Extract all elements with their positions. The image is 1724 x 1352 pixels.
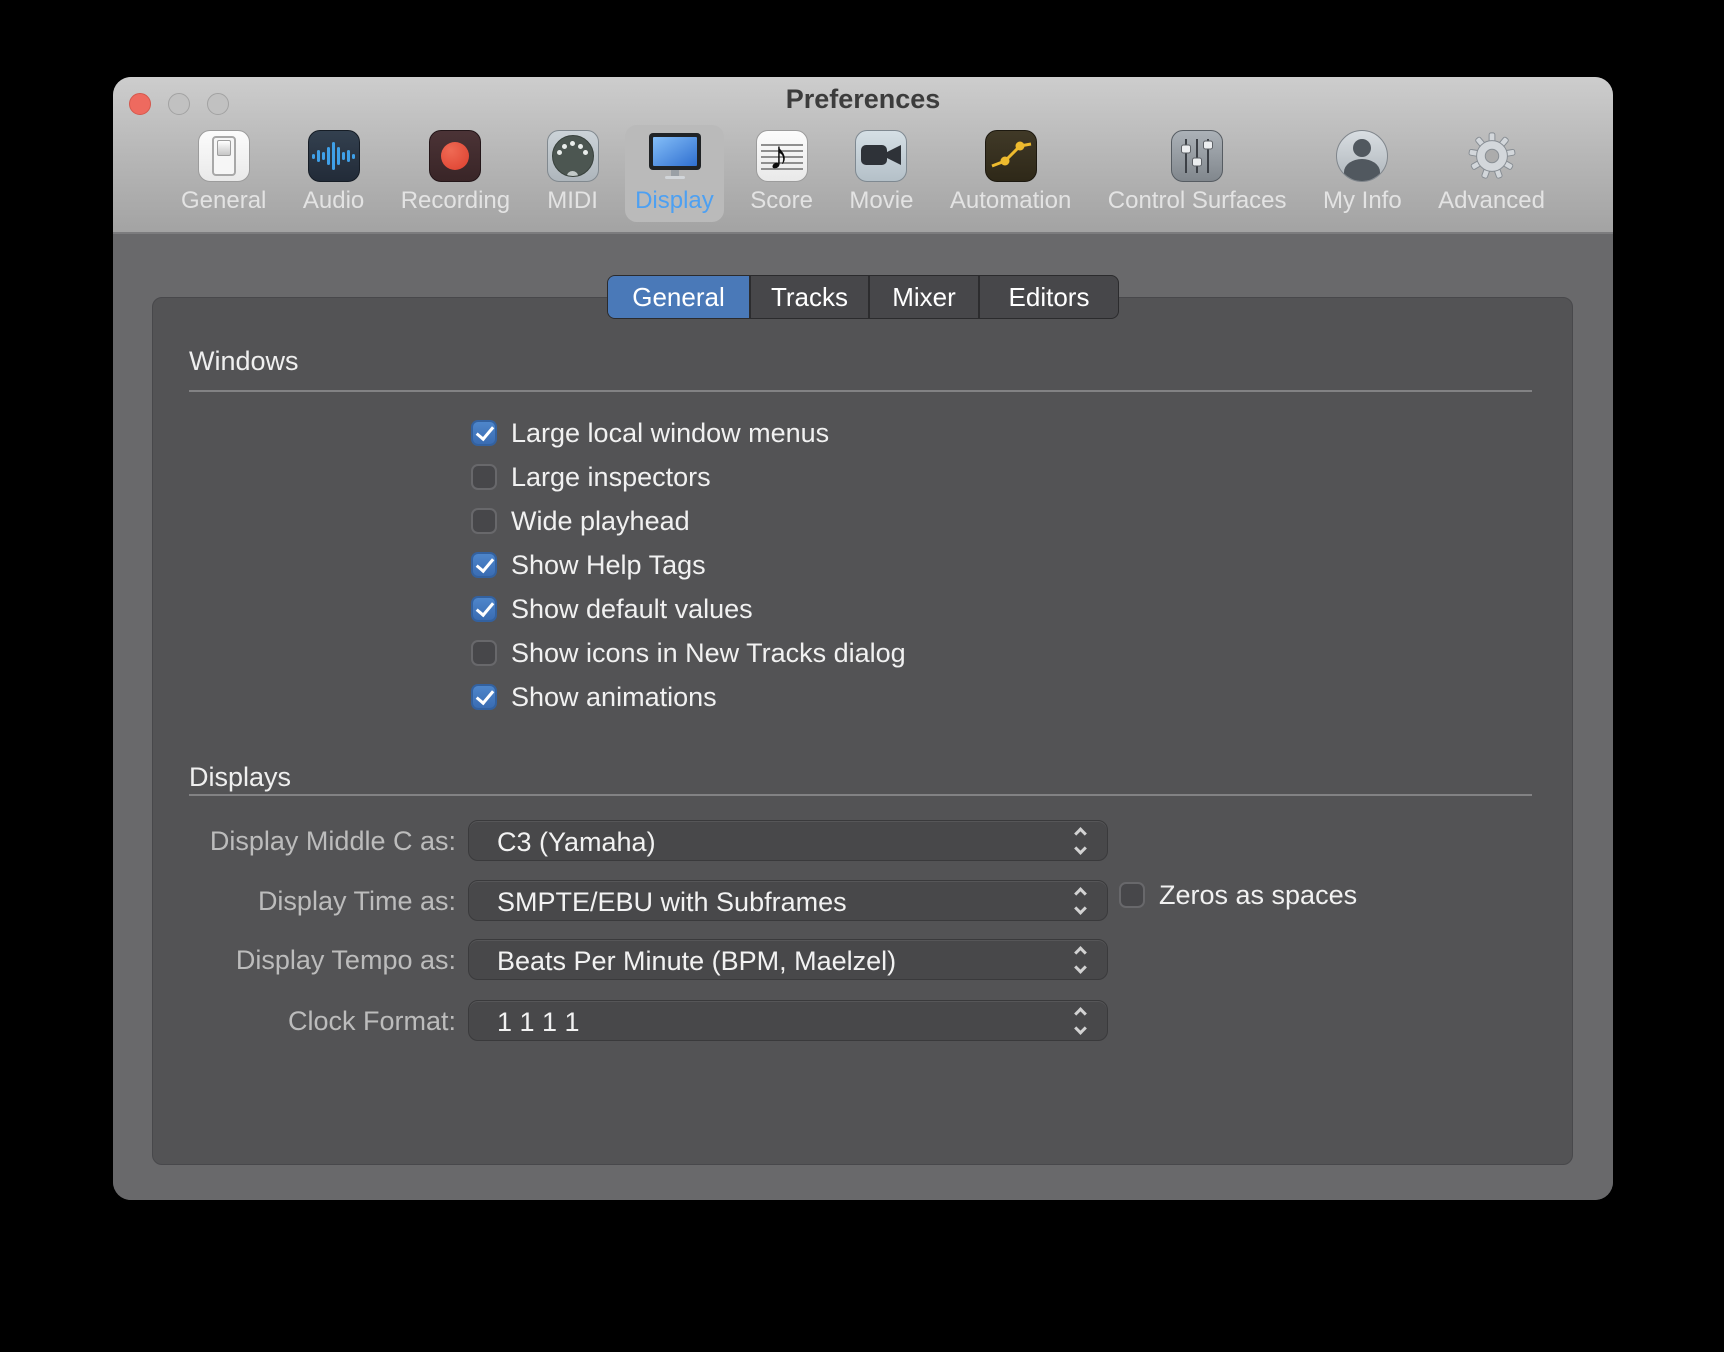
stepper-chevrons-icon bbox=[1075, 1008, 1089, 1034]
toolbar-item-label: MIDI bbox=[547, 187, 598, 215]
music-note-icon: ♪ bbox=[756, 130, 808, 182]
tab-general[interactable]: General bbox=[608, 276, 749, 318]
checkbox[interactable] bbox=[471, 596, 497, 622]
display-tempo-popup[interactable]: Beats Per Minute (BPM, Maelzel) bbox=[468, 939, 1108, 980]
checkbox[interactable] bbox=[471, 508, 497, 534]
popup-value: Beats Per Minute (BPM, Maelzel) bbox=[497, 946, 896, 977]
display-middle-c-row: Display Middle C as: C3 (Yamaha) bbox=[153, 820, 1572, 861]
preferences-toolbar: General Audio Recording MID bbox=[171, 125, 1555, 222]
toolbar-item-recording[interactable]: Recording bbox=[391, 125, 520, 222]
checkbox[interactable] bbox=[471, 464, 497, 490]
tab-editors[interactable]: Editors bbox=[978, 276, 1118, 318]
checkbox-row-show-help-tags: Show Help Tags bbox=[471, 552, 906, 578]
preferences-window: Preferences General Audio Recording bbox=[113, 77, 1613, 1200]
settings-panel: Windows Large local window menus Large i… bbox=[152, 297, 1573, 1165]
toolbar-item-score[interactable]: ♪ Score bbox=[740, 125, 823, 222]
tab-tracks[interactable]: Tracks bbox=[749, 276, 868, 318]
checkbox-row-wide-playhead: Wide playhead bbox=[471, 508, 906, 534]
stepper-chevrons-icon bbox=[1075, 828, 1089, 854]
stepper-chevrons-icon bbox=[1075, 947, 1089, 973]
checkbox-row-show-animations: Show animations bbox=[471, 684, 906, 710]
toolbar-item-label: My Info bbox=[1323, 187, 1402, 215]
checkbox-label: Show Help Tags bbox=[511, 550, 706, 581]
checkbox-label: Show default values bbox=[511, 594, 753, 625]
display-time-row: Display Time as: SMPTE/EBU with Subframe… bbox=[153, 880, 1572, 921]
toolbar-item-control-surfaces[interactable]: Control Surfaces bbox=[1098, 125, 1297, 222]
record-dot-icon bbox=[429, 130, 481, 182]
waveform-icon bbox=[308, 130, 360, 182]
checkbox-row-large-local-window-menus: Large local window menus bbox=[471, 420, 906, 446]
toolbar-item-movie[interactable]: Movie bbox=[839, 125, 923, 222]
popup-label: Display Tempo as: bbox=[153, 945, 456, 976]
toolbar-item-label: Audio bbox=[303, 187, 364, 215]
checkbox-label: Large local window menus bbox=[511, 418, 829, 449]
toolbar-item-audio[interactable]: Audio bbox=[293, 125, 374, 222]
toolbar-item-label: Score bbox=[750, 187, 813, 215]
checkbox-label: Zeros as spaces bbox=[1159, 880, 1357, 911]
popup-label: Clock Format: bbox=[153, 1006, 456, 1037]
popup-value: C3 (Yamaha) bbox=[497, 827, 656, 858]
section-divider bbox=[189, 794, 1532, 796]
light-switch-icon bbox=[198, 130, 250, 182]
toolbar-item-my-info[interactable]: My Info bbox=[1313, 125, 1412, 222]
clock-format-row: Clock Format: 1 1 1 1 bbox=[153, 1000, 1572, 1041]
toolbar-item-label: Automation bbox=[950, 187, 1071, 215]
stepper-chevrons-icon bbox=[1075, 888, 1089, 914]
checkbox-label: Show animations bbox=[511, 682, 717, 713]
monitor-icon bbox=[648, 130, 700, 182]
displays-section-title: Displays bbox=[189, 762, 291, 793]
toolbar-item-general[interactable]: General bbox=[171, 125, 276, 222]
popup-label: Display Middle C as: bbox=[153, 826, 456, 857]
checkbox-label: Wide playhead bbox=[511, 506, 690, 537]
display-time-popup[interactable]: SMPTE/EBU with Subframes bbox=[468, 880, 1108, 921]
toolbar-item-label: Advanced bbox=[1438, 187, 1545, 215]
automation-curve-icon bbox=[985, 130, 1037, 182]
toolbar-item-label: Recording bbox=[401, 187, 510, 215]
titlebar: Preferences General Audio Recording bbox=[113, 77, 1613, 234]
checkbox-row-show-icons-new-tracks: Show icons in New Tracks dialog bbox=[471, 640, 906, 666]
checkbox[interactable] bbox=[471, 552, 497, 578]
tab-bar: General Tracks Mixer Editors bbox=[607, 275, 1119, 319]
checkbox-label: Large inspectors bbox=[511, 462, 711, 493]
checkbox-row-large-inspectors: Large inspectors bbox=[471, 464, 906, 490]
display-middle-c-popup[interactable]: C3 (Yamaha) bbox=[468, 820, 1108, 861]
toolbar-item-display[interactable]: Display bbox=[625, 125, 724, 222]
window-title: Preferences bbox=[113, 84, 1613, 115]
person-icon bbox=[1336, 130, 1388, 182]
section-divider bbox=[189, 390, 1532, 392]
faders-icon bbox=[1171, 130, 1223, 182]
checkbox[interactable] bbox=[471, 640, 497, 666]
popup-value: SMPTE/EBU with Subframes bbox=[497, 887, 847, 918]
preferences-content: General Tracks Mixer Editors Windows Lar… bbox=[113, 236, 1613, 1200]
checkbox[interactable] bbox=[471, 684, 497, 710]
zeros-as-spaces-row: Zeros as spaces bbox=[1119, 882, 1357, 908]
popup-value: 1 1 1 1 bbox=[497, 1007, 580, 1038]
checkbox-label: Show icons in New Tracks dialog bbox=[511, 638, 906, 669]
windows-section-title: Windows bbox=[189, 346, 299, 377]
gear-icon bbox=[1466, 130, 1518, 182]
toolbar-item-automation[interactable]: Automation bbox=[940, 125, 1081, 222]
popup-label: Display Time as: bbox=[153, 886, 456, 917]
display-tempo-row: Display Tempo as: Beats Per Minute (BPM,… bbox=[153, 939, 1572, 980]
toolbar-item-advanced[interactable]: Advanced bbox=[1428, 125, 1555, 222]
toolbar-item-label: General bbox=[181, 187, 266, 215]
clock-format-popup[interactable]: 1 1 1 1 bbox=[468, 1000, 1108, 1041]
midi-din-icon bbox=[547, 130, 599, 182]
toolbar-item-label: Movie bbox=[849, 187, 913, 215]
checkbox[interactable] bbox=[471, 420, 497, 446]
tab-mixer[interactable]: Mixer bbox=[868, 276, 978, 318]
checkbox-row-show-default-values: Show default values bbox=[471, 596, 906, 622]
toolbar-item-label: Display bbox=[635, 187, 714, 215]
checkbox[interactable] bbox=[1119, 882, 1145, 908]
video-camera-icon bbox=[855, 130, 907, 182]
windows-checkbox-list: Large local window menus Large inspector… bbox=[471, 420, 906, 728]
toolbar-item-label: Control Surfaces bbox=[1108, 187, 1287, 215]
toolbar-item-midi[interactable]: MIDI bbox=[537, 125, 609, 222]
